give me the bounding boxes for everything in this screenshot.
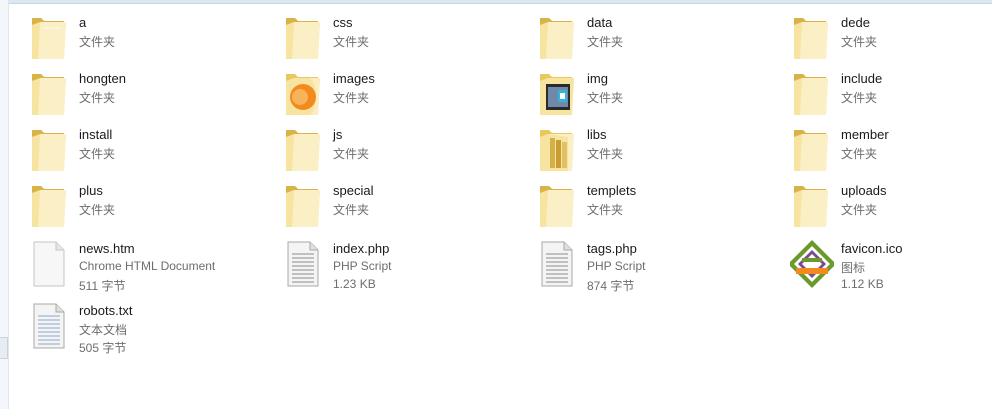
item-type: 文件夹 xyxy=(841,35,878,49)
item-name: js xyxy=(333,127,343,142)
html-document-icon xyxy=(28,238,72,288)
item-type: Chrome HTML Document xyxy=(79,259,216,273)
item-name: data xyxy=(587,15,613,30)
item-name: uploads xyxy=(841,183,887,198)
folder-icon xyxy=(282,180,326,230)
item-name: member xyxy=(841,127,889,142)
item-name: hongten xyxy=(79,71,126,86)
item-name: images xyxy=(333,71,375,86)
item-name: css xyxy=(333,15,353,30)
item-name: include xyxy=(841,71,883,86)
item-name: robots.txt xyxy=(79,303,133,318)
item-type: 文件夹 xyxy=(841,203,878,217)
folder-item-install[interactable]: install 文件夹 xyxy=(28,124,268,174)
item-size: 874 字节 xyxy=(587,279,635,293)
folder-item-img[interactable]: img 文件夹 xyxy=(536,68,776,118)
text-document-icon xyxy=(282,238,326,288)
item-type: 文件夹 xyxy=(841,147,878,161)
folder-item-a[interactable]: a 文件夹 xyxy=(28,12,268,62)
item-type: 文件夹 xyxy=(841,91,878,105)
file-item-favicon-ico[interactable]: favicon.ico 图标 1.12 KB xyxy=(790,238,992,291)
item-name: img xyxy=(587,71,608,86)
folder-icon xyxy=(28,124,72,174)
file-item-tags-php[interactable]: tags.php PHP Script 874 字节 xyxy=(536,238,776,293)
file-item-robots-txt[interactable]: robots.txt 文本文档 505 字节 xyxy=(28,300,268,355)
item-size: 1.23 KB xyxy=(333,277,376,291)
folder-icon xyxy=(282,12,326,62)
item-type: 文件夹 xyxy=(333,203,370,217)
item-name: install xyxy=(79,127,113,142)
folder-icon xyxy=(536,12,580,62)
item-type: 文件夹 xyxy=(79,203,116,217)
folder-icon xyxy=(536,180,580,230)
item-type: 图标 xyxy=(841,261,866,275)
item-type: 文件夹 xyxy=(587,91,624,105)
text-document-icon xyxy=(536,238,580,288)
item-name: tags.php xyxy=(587,241,637,256)
file-item-index-php[interactable]: index.php PHP Script 1.23 KB xyxy=(282,238,522,291)
folder-item-libs[interactable]: libs 文件夹 xyxy=(536,124,776,174)
folder-item-data[interactable]: data 文件夹 xyxy=(536,12,776,62)
item-name: libs xyxy=(587,127,607,142)
folder-item-images[interactable]: images 文件夹 xyxy=(282,68,522,118)
library-folder-icon xyxy=(536,124,580,174)
folder-item-member[interactable]: member 文件夹 xyxy=(790,124,992,174)
pane-resize-handle[interactable] xyxy=(0,337,8,359)
folder-item-hongten[interactable]: hongten 文件夹 xyxy=(28,68,268,118)
file-item-news-htm[interactable]: news.htm Chrome HTML Document 511 字节 xyxy=(28,238,268,293)
item-size: 511 字节 xyxy=(79,279,126,293)
item-size: 1.12 KB xyxy=(841,277,884,291)
folder-icon xyxy=(790,68,834,118)
folder-item-plus[interactable]: plus 文件夹 xyxy=(28,180,268,230)
item-type: 文件夹 xyxy=(333,147,370,161)
folder-icon xyxy=(28,180,72,230)
window-top-border xyxy=(0,0,992,4)
folder-icon xyxy=(28,68,72,118)
item-name: index.php xyxy=(333,241,390,256)
folder-item-dede[interactable]: dede 文件夹 xyxy=(790,12,992,62)
item-type: PHP Script xyxy=(587,259,646,273)
item-name: plus xyxy=(79,183,103,198)
item-name: special xyxy=(333,183,374,198)
folder-item-uploads[interactable]: uploads 文件夹 xyxy=(790,180,992,230)
item-type: 文件夹 xyxy=(79,91,116,105)
folder-item-special[interactable]: special 文件夹 xyxy=(282,180,522,230)
folder-item-templets[interactable]: templets 文件夹 xyxy=(536,180,776,230)
item-type: 文件夹 xyxy=(79,35,116,49)
folder-icon xyxy=(790,12,834,62)
folder-item-js[interactable]: js 文件夹 xyxy=(282,124,522,174)
navigation-pane-edge xyxy=(0,0,9,409)
folder-item-include[interactable]: include 文件夹 xyxy=(790,68,992,118)
item-name: favicon.ico xyxy=(841,241,903,256)
item-name: dede xyxy=(841,15,870,30)
item-type: 文件夹 xyxy=(587,147,624,161)
folder-icon xyxy=(790,124,834,174)
folder-item-css[interactable]: css 文件夹 xyxy=(282,12,522,62)
item-type: PHP Script xyxy=(333,259,392,273)
folder-icon xyxy=(790,180,834,230)
item-name: news.htm xyxy=(79,241,135,256)
item-type: 文件夹 xyxy=(333,91,370,105)
media-folder-icon xyxy=(536,68,580,118)
image-folder-icon xyxy=(282,68,326,118)
item-name: a xyxy=(79,15,87,30)
item-name: templets xyxy=(587,183,637,198)
favicon-icon xyxy=(790,238,834,288)
item-type: 文件夹 xyxy=(587,203,624,217)
folder-icon xyxy=(28,12,72,62)
folder-icon xyxy=(282,124,326,174)
item-type: 文件夹 xyxy=(587,35,624,49)
item-type: 文本文档 xyxy=(79,323,128,337)
text-document-icon xyxy=(28,300,72,350)
item-type: 文件夹 xyxy=(79,147,116,161)
item-size: 505 字节 xyxy=(79,341,127,355)
item-type: 文件夹 xyxy=(333,35,370,49)
